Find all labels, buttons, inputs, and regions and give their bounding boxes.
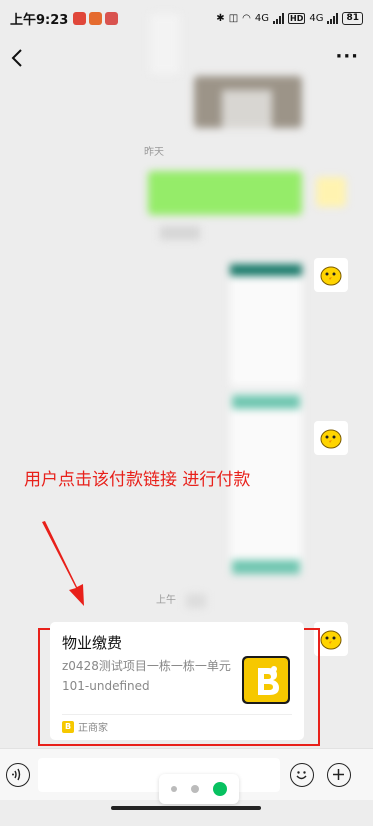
hd-badge: HD xyxy=(288,12,306,24)
status-time: 上午9:23 xyxy=(10,12,69,28)
more-actions-button[interactable] xyxy=(327,763,351,787)
card-footer: B 正商家 xyxy=(62,719,108,734)
home-indicator[interactable] xyxy=(111,806,261,810)
text-message-bubble[interactable] xyxy=(148,171,302,215)
status-indicators: ✱ ◫ ◠ 4G HD 4G 81 xyxy=(216,11,363,25)
blurred-block xyxy=(186,594,206,608)
chick-avatar-icon xyxy=(320,429,342,449)
user-avatar[interactable] xyxy=(316,177,346,207)
floating-page-indicator[interactable] xyxy=(159,774,239,804)
network-type-2: 4G xyxy=(309,12,324,24)
app-notification-icon xyxy=(73,11,87,25)
chick-avatar-icon xyxy=(320,266,342,286)
timestamp-yesterday: 昨天 xyxy=(144,147,164,158)
more-options-button[interactable]: ··· xyxy=(335,46,359,67)
blurred-block xyxy=(150,14,180,74)
user-avatar[interactable] xyxy=(314,258,348,292)
blurred-block xyxy=(160,226,200,240)
status-bar: 上午9:23 ✱ ◫ ◠ 4G HD 4G 81 xyxy=(0,0,373,36)
plus-icon xyxy=(333,769,344,780)
card-title: 物业缴费 xyxy=(62,634,123,652)
annotation-arrow-icon xyxy=(42,521,84,606)
blurred-block xyxy=(230,264,302,276)
card-description: z0428测试项目一栋一栋一单元101-undefined xyxy=(62,659,231,693)
annotation-text: 用户点击该付款链接 进行付款 xyxy=(24,470,251,490)
brand-logo-icon xyxy=(244,658,288,702)
voice-icon xyxy=(12,768,21,781)
chick-avatar-icon xyxy=(320,630,342,650)
card-thumbnail xyxy=(242,656,290,704)
blurred-block xyxy=(232,560,300,574)
screenshot-message[interactable] xyxy=(230,262,302,386)
emoji-button[interactable] xyxy=(290,763,314,787)
blurred-block xyxy=(232,395,300,409)
timestamp-morning: 上午 xyxy=(156,595,176,606)
smile-icon xyxy=(296,771,307,780)
app-notification-icon xyxy=(105,11,119,25)
vibrate-icon: ◫ xyxy=(228,12,239,24)
card-source: 正商家 xyxy=(78,723,108,734)
card-divider xyxy=(62,714,292,715)
battery-icon: 81 xyxy=(342,11,363,25)
bluetooth-icon: ✱ xyxy=(216,12,225,24)
page-dot xyxy=(191,785,199,793)
page-dot-active xyxy=(213,782,227,796)
page-dot xyxy=(171,786,177,792)
wifi-icon: ◠ xyxy=(242,12,251,24)
app-notification-icon xyxy=(89,11,103,25)
image-message-detail xyxy=(222,90,272,128)
signal-icon xyxy=(273,12,284,24)
source-logo-icon: B xyxy=(62,720,74,733)
back-arrow-icon[interactable] xyxy=(10,48,24,68)
voice-input-button[interactable] xyxy=(6,763,30,787)
network-type-1: 4G xyxy=(254,12,269,24)
chat-header: ··· xyxy=(0,40,373,80)
signal-icon xyxy=(327,12,339,24)
payment-link-card[interactable]: 物业缴费 z0428测试项目一栋一栋一单元101-undefined B 正商家 xyxy=(50,622,304,740)
user-avatar[interactable] xyxy=(314,421,348,455)
